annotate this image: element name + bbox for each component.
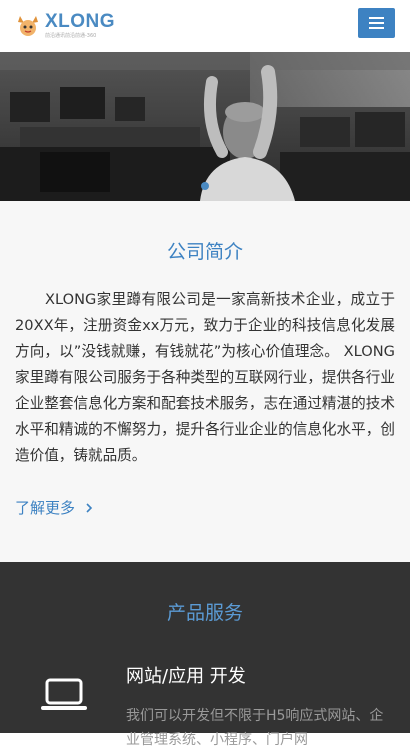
about-body: XLONG家里蹲有限公司是一家高新技术企业，成立于20XX年，注册资金xx万元，… — [15, 291, 395, 464]
products-title: 产品服务 — [166, 602, 243, 624]
carousel-dot[interactable] — [201, 182, 209, 190]
logo-title: XLONG — [45, 11, 116, 32]
learn-more-label: 了解更多 — [15, 499, 76, 517]
learn-more-link[interactable]: 了解更多 — [15, 497, 94, 518]
about-section: 公司简介 XLONG家里蹲有限公司是一家高新技术企业，成立于20XX年，注册资金… — [0, 201, 410, 562]
service-title[interactable]: 网站/应用 开发 — [126, 662, 246, 688]
service-description: 我们可以开发但不限于H5响应式网站、企业管理系统、小程序、门户网 — [126, 708, 384, 748]
hamburger-menu-icon — [369, 17, 384, 19]
laptop-icon — [41, 678, 87, 710]
logo[interactable]: XLONG 前沿通讯前沿前通-360 — [14, 8, 115, 44]
chevron-right-icon — [86, 503, 92, 513]
logo-mascot-icon — [18, 16, 38, 36]
site-header: XLONG 前沿通讯前沿前通-360 — [0, 0, 410, 52]
about-title: 公司简介 — [166, 241, 243, 263]
hero-banner — [0, 52, 410, 201]
menu-button[interactable] — [358, 8, 395, 38]
logo-subtitle: 前沿通讯前沿前通-360 — [45, 33, 97, 39]
products-section: 产品服务 网站/应用 开发 我们可以开发但不限于H5响应式网站、企业管理系统、小… — [0, 562, 410, 748]
banner-photo — [0, 52, 410, 201]
